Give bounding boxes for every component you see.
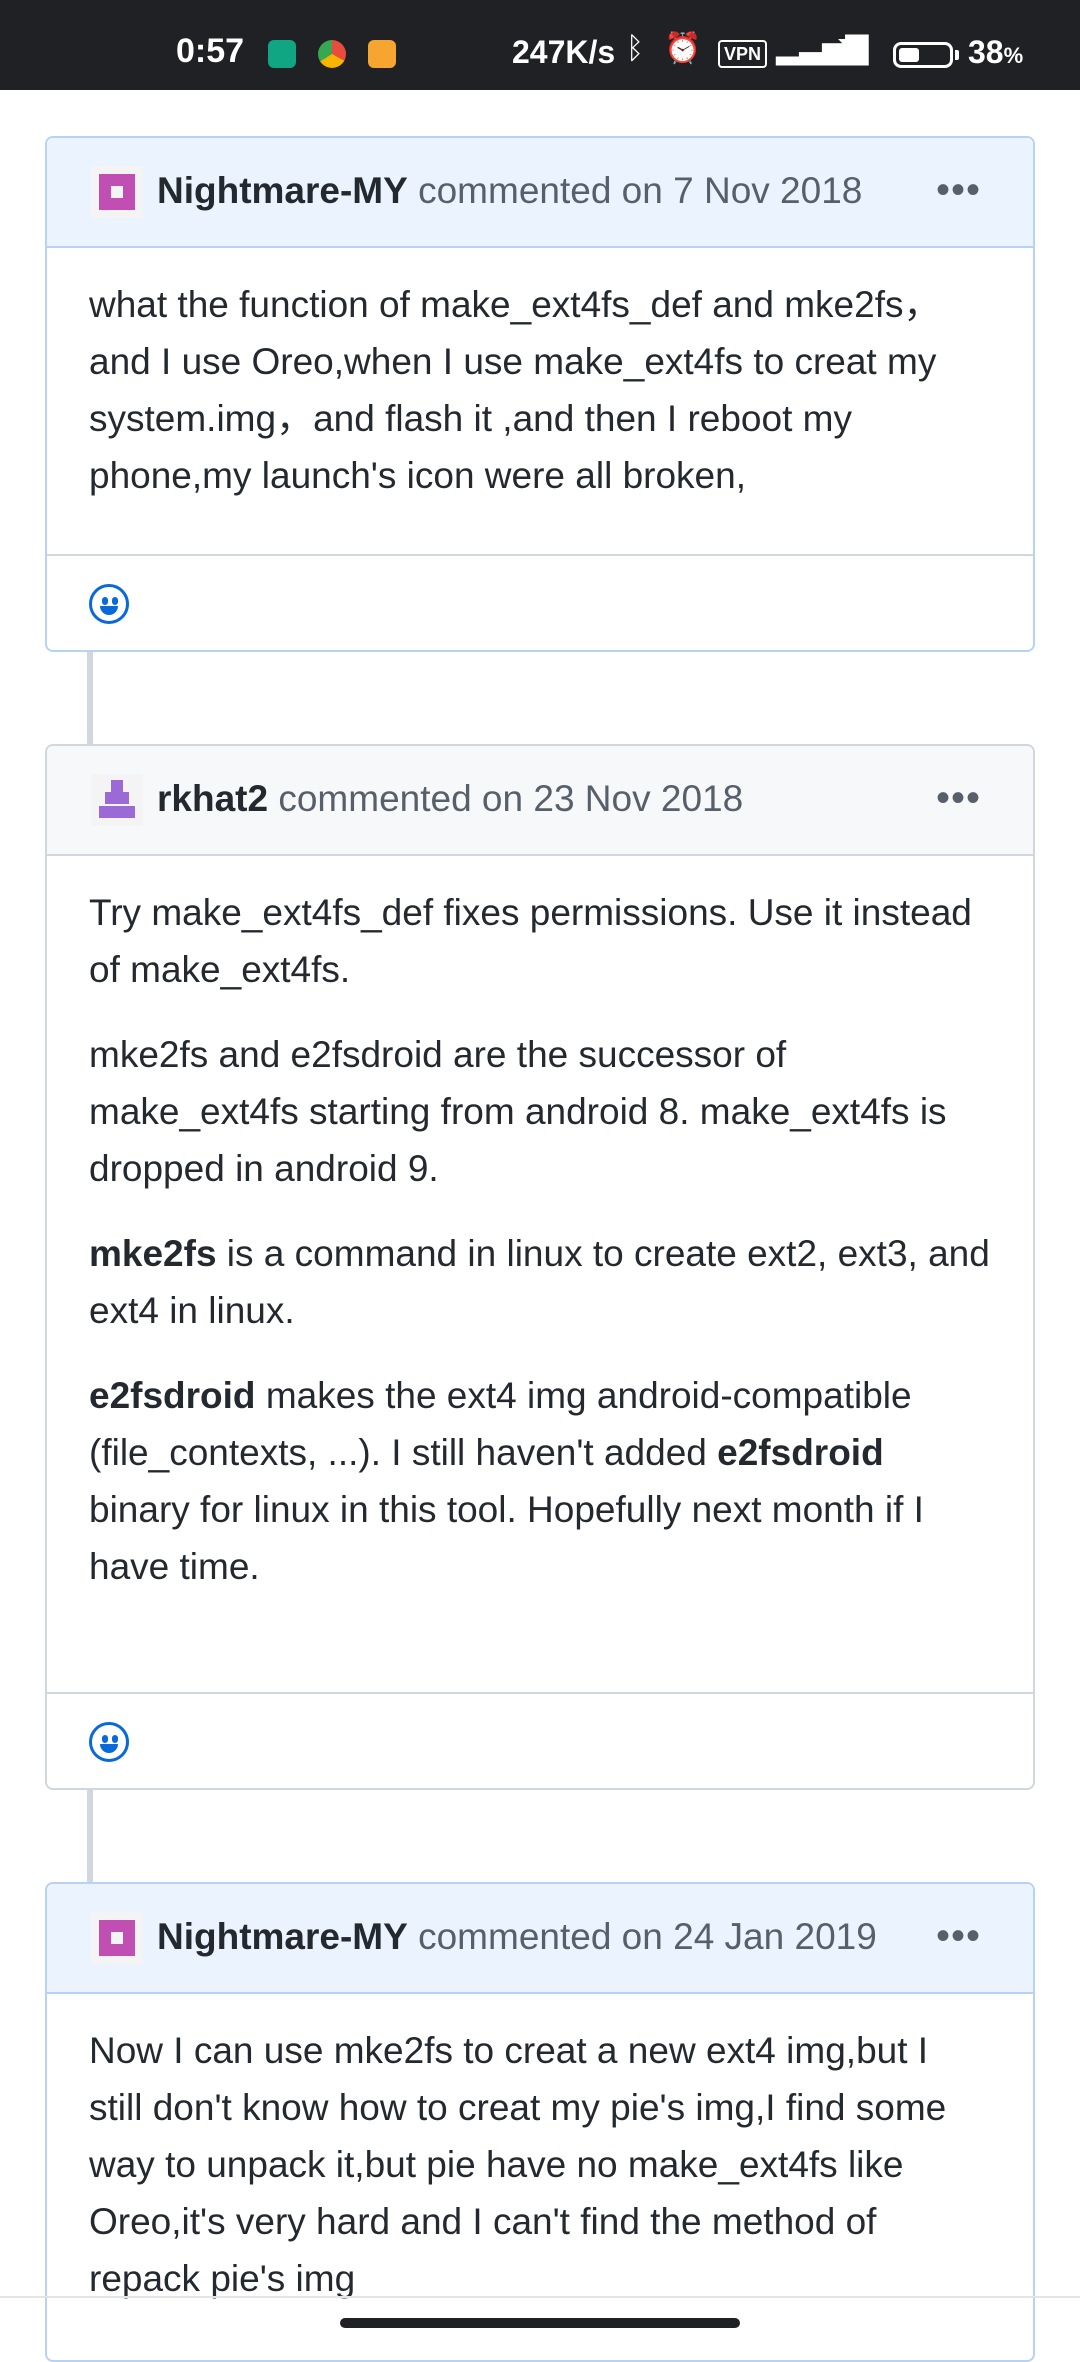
comment-body: Now I can use mke2fs to creat a new ext4…: [47, 1994, 1033, 2333]
bold-term: mke2fs: [89, 1233, 217, 1274]
clock: 0:57: [176, 32, 245, 70]
network-speed: 247K/s: [512, 34, 616, 70]
bold-term: e2fsdroid: [89, 1375, 256, 1416]
wifi-icon: ◥: [838, 32, 860, 63]
browser-icon: [318, 40, 346, 68]
avatar[interactable]: [91, 1912, 143, 1964]
shield-icon: [268, 40, 296, 68]
comment-author[interactable]: Nightmare-MY: [157, 170, 408, 211]
battery-icon: [893, 42, 953, 68]
add-reaction-icon[interactable]: [89, 1722, 129, 1762]
comment-header: Nightmare-MY commented on 7 Nov 2018 •••: [47, 138, 1033, 248]
comment-body: Try make_ext4fs_def fixes permissions. U…: [47, 856, 1033, 1621]
battery-percent: 38%: [968, 34, 1024, 70]
comment-timestamp[interactable]: commented on 23 Nov 2018: [278, 778, 743, 819]
nav-bar-divider: [0, 2296, 1080, 2298]
avatar[interactable]: [91, 166, 143, 218]
note-app-icon: [368, 40, 396, 68]
vpn-icon: VPN: [718, 40, 768, 68]
bold-term: e2fsdroid: [717, 1432, 884, 1473]
more-options-icon[interactable]: •••: [936, 1916, 981, 1956]
comment-body: what the function of make_ext4fs_def and…: [47, 248, 1033, 530]
more-options-icon[interactable]: •••: [936, 170, 981, 210]
comment-author[interactable]: Nightmare-MY: [157, 1916, 408, 1957]
comment-paragraph: Now I can use mke2fs to creat a new ext4…: [89, 2030, 947, 2299]
timeline-connector: [87, 1790, 93, 1882]
comment-timestamp[interactable]: commented on 7 Nov 2018: [418, 170, 862, 211]
home-indicator[interactable]: [340, 2318, 740, 2328]
bluetooth-icon: ᛒ: [626, 32, 644, 65]
reactions-bar: [47, 554, 1033, 650]
comment-card: rkhat2 commented on 23 Nov 2018 ••• Try …: [45, 744, 1035, 1790]
avatar[interactable]: [91, 774, 143, 826]
reactions-bar: [47, 1692, 1033, 1788]
status-bar: 0:57 247K/s ᛒ ⏰ VPN ▂▃▅▇ ◥ 38%: [0, 0, 1080, 90]
comment-paragraph: e2fsdroid makes the ext4 img android-com…: [89, 1375, 924, 1587]
comment-card: Nightmare-MY commented on 7 Nov 2018 •••…: [45, 136, 1035, 652]
comment-timestamp[interactable]: commented on 24 Jan 2019: [418, 1916, 877, 1957]
comment-paragraph: Try make_ext4fs_def fixes permissions. U…: [89, 892, 972, 990]
comment-paragraph: mke2fs is a command in linux to create e…: [89, 1233, 990, 1331]
comment-header: rkhat2 commented on 23 Nov 2018 •••: [47, 746, 1033, 856]
comment-card: Nightmare-MY commented on 24 Jan 2019 ••…: [45, 1882, 1035, 2362]
comment-paragraph: what the function of make_ext4fs_def and…: [89, 284, 941, 496]
add-reaction-icon[interactable]: [89, 584, 129, 624]
comment-header: Nightmare-MY commented on 24 Jan 2019 ••…: [47, 1884, 1033, 1994]
more-options-icon[interactable]: •••: [936, 778, 981, 818]
timeline-connector: [87, 652, 93, 744]
comment-author[interactable]: rkhat2: [157, 778, 268, 819]
alarm-icon: ⏰: [664, 32, 702, 65]
comment-paragraph: mke2fs and e2fsdroid are the successor o…: [89, 1034, 947, 1189]
